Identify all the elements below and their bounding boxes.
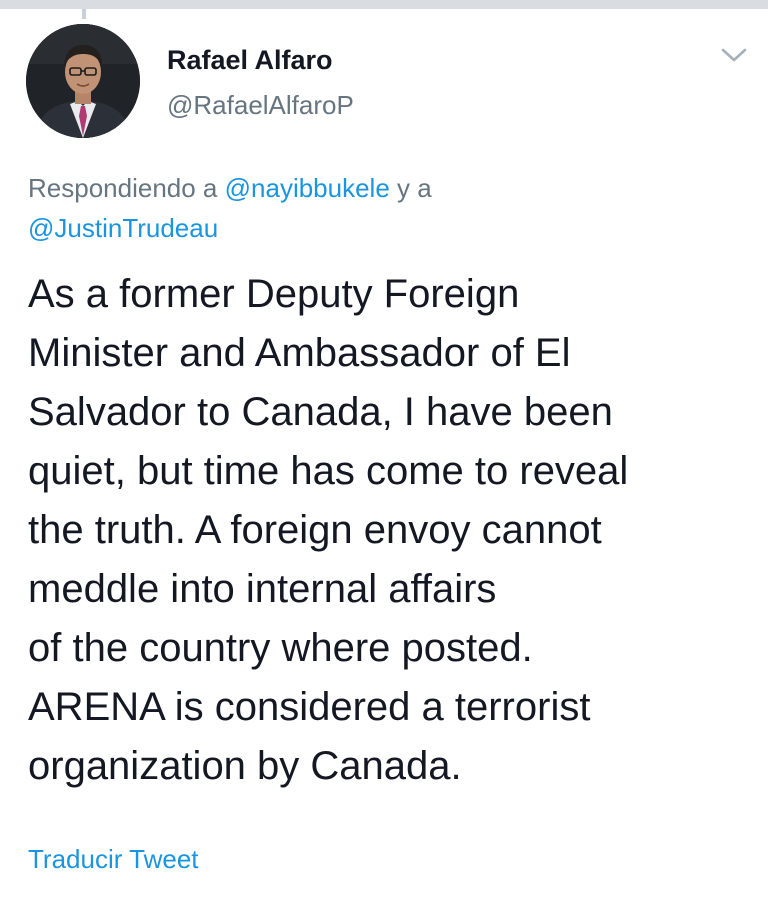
- tweet-card: Rafael Alfaro @RafaelAlfaroP Respondiend…: [0, 0, 768, 901]
- tweet-text: As a former Deputy Foreign Minister and …: [28, 265, 758, 796]
- tweet-text-line: organization by Canada.: [28, 744, 462, 788]
- mention-justintrudeau[interactable]: @JustinTrudeau: [28, 213, 218, 243]
- tweet-text-line: of the country where posted.: [28, 626, 533, 670]
- tweet-text-line: meddle into internal affairs: [28, 567, 497, 611]
- avatar[interactable]: [26, 24, 140, 138]
- tweet-text-line: Minister and Ambassador of El: [28, 331, 571, 375]
- tweet-text-line: the truth. A foreign envoy cannot: [28, 508, 602, 552]
- tweet-text-line: ARENA is considered a terrorist: [28, 685, 591, 729]
- avatar-image: [26, 24, 140, 138]
- tweet-text-line: Salvador to Canada, I have been: [28, 390, 613, 434]
- chevron-down-icon: [721, 48, 747, 62]
- replying-prefix: Respondiendo a: [28, 173, 218, 203]
- tweet-text-line: quiet, but time has come to reveal: [28, 449, 629, 493]
- translate-tweet-link[interactable]: Traducir Tweet: [28, 844, 199, 875]
- mention-nayibbukele[interactable]: @nayibbukele: [225, 173, 390, 203]
- author-handle[interactable]: @RafaelAlfaroP: [167, 90, 354, 121]
- tweet-text-line: As a former Deputy Foreign: [28, 272, 520, 316]
- replying-joiner: y a: [397, 173, 432, 203]
- replying-to: Respondiendo a @nayibbukele y a @JustinT…: [28, 168, 728, 248]
- author-name[interactable]: Rafael Alfaro: [167, 45, 333, 76]
- more-options-button[interactable]: [716, 40, 752, 70]
